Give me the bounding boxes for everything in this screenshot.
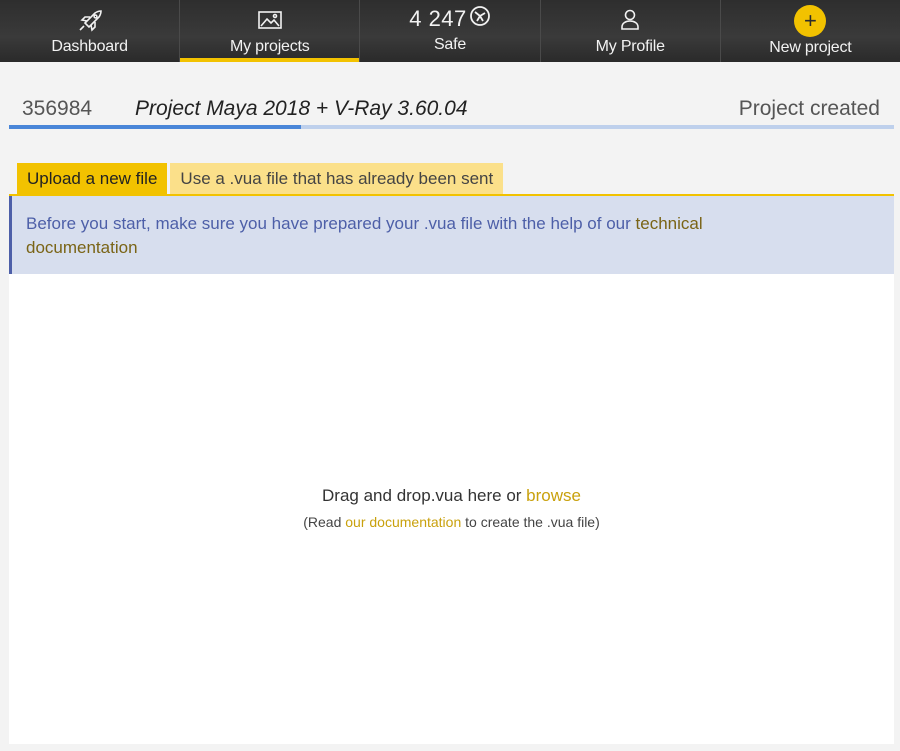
nav-my-profile-label: My Profile [595,38,665,55]
nav-my-profile[interactable]: My Profile [541,0,721,62]
tab-use-existing-vua[interactable]: Use a .vua file that has already been se… [170,163,504,195]
drop-help-suffix: to create the .vua file) [461,514,600,530]
upload-tabs: Upload a new file Use a .vua file that h… [17,163,504,195]
image-icon [257,8,283,32]
nav-my-projects-label: My projects [230,38,310,55]
top-navigation: Dashboard My projects 4 247 Safe My Prof… [0,0,900,62]
safe-balance: 4 247 [409,6,491,32]
technical-documentation-link-part1: technical [635,214,703,233]
nav-new-project[interactable]: + New project [721,0,900,62]
coin-icon [469,5,491,33]
file-drop-zone[interactable]: Drag and drop.vua here or browse (Read o… [9,274,894,744]
project-header: 356984 Project Maya 2018 + V-Ray 3.60.04… [10,95,894,125]
nav-safe[interactable]: 4 247 Safe [360,0,541,62]
nav-my-projects[interactable]: My projects [180,0,361,62]
info-banner: Before you start, make sure you have pre… [9,196,894,274]
rocket-icon [76,8,104,32]
project-id: 356984 [22,97,93,120]
user-icon [619,8,641,32]
drop-text: Drag and drop.vua here or [322,486,527,505]
project-progress-fill [9,125,302,129]
nav-dashboard[interactable]: Dashboard [0,0,181,62]
safe-count: 4 247 [409,6,467,31]
documentation-link[interactable]: our documentation [345,514,461,530]
nav-dashboard-label: Dashboard [51,38,128,55]
project-progress-bar [9,125,894,129]
project-status: Project created [738,97,880,120]
drop-help-prefix: (Read [303,514,346,530]
drop-help-text: (Read our documentation to create the .v… [9,514,894,530]
tab-upload-new-file[interactable]: Upload a new file [17,163,168,195]
nav-safe-label: Safe [433,36,467,53]
technical-documentation-link-part2: documentation [26,238,138,257]
project-name: Project Maya 2018 + V-Ray 3.60.04 [135,97,468,120]
plus-icon: + [794,5,827,37]
info-text: Before you start, make sure you have pre… [26,214,636,233]
drop-instructions: Drag and drop.vua here or browse [9,486,894,506]
browse-link[interactable]: browse [526,486,581,505]
nav-new-project-label: New project [769,39,852,56]
